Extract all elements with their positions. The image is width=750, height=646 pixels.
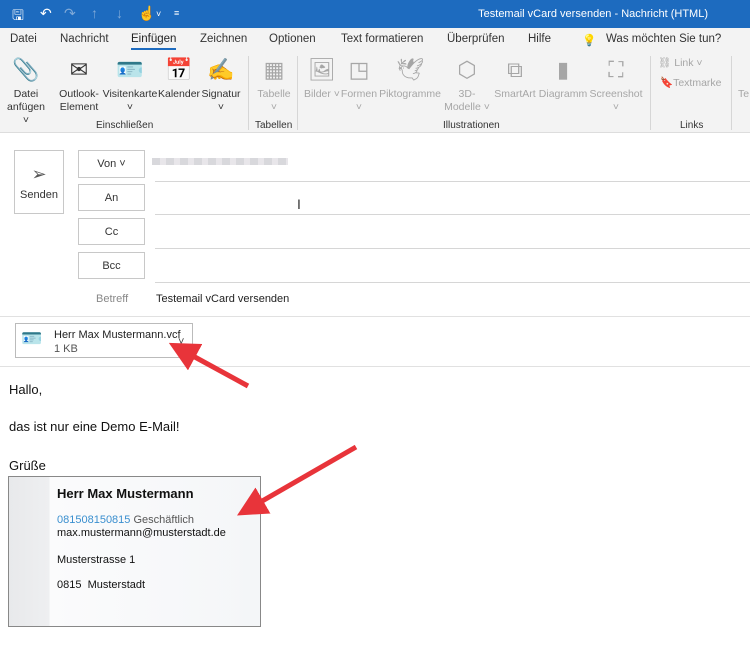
arrow-to-attachment (168, 342, 250, 389)
annotation-arrows (168, 342, 358, 516)
arrow-to-card (236, 444, 358, 516)
